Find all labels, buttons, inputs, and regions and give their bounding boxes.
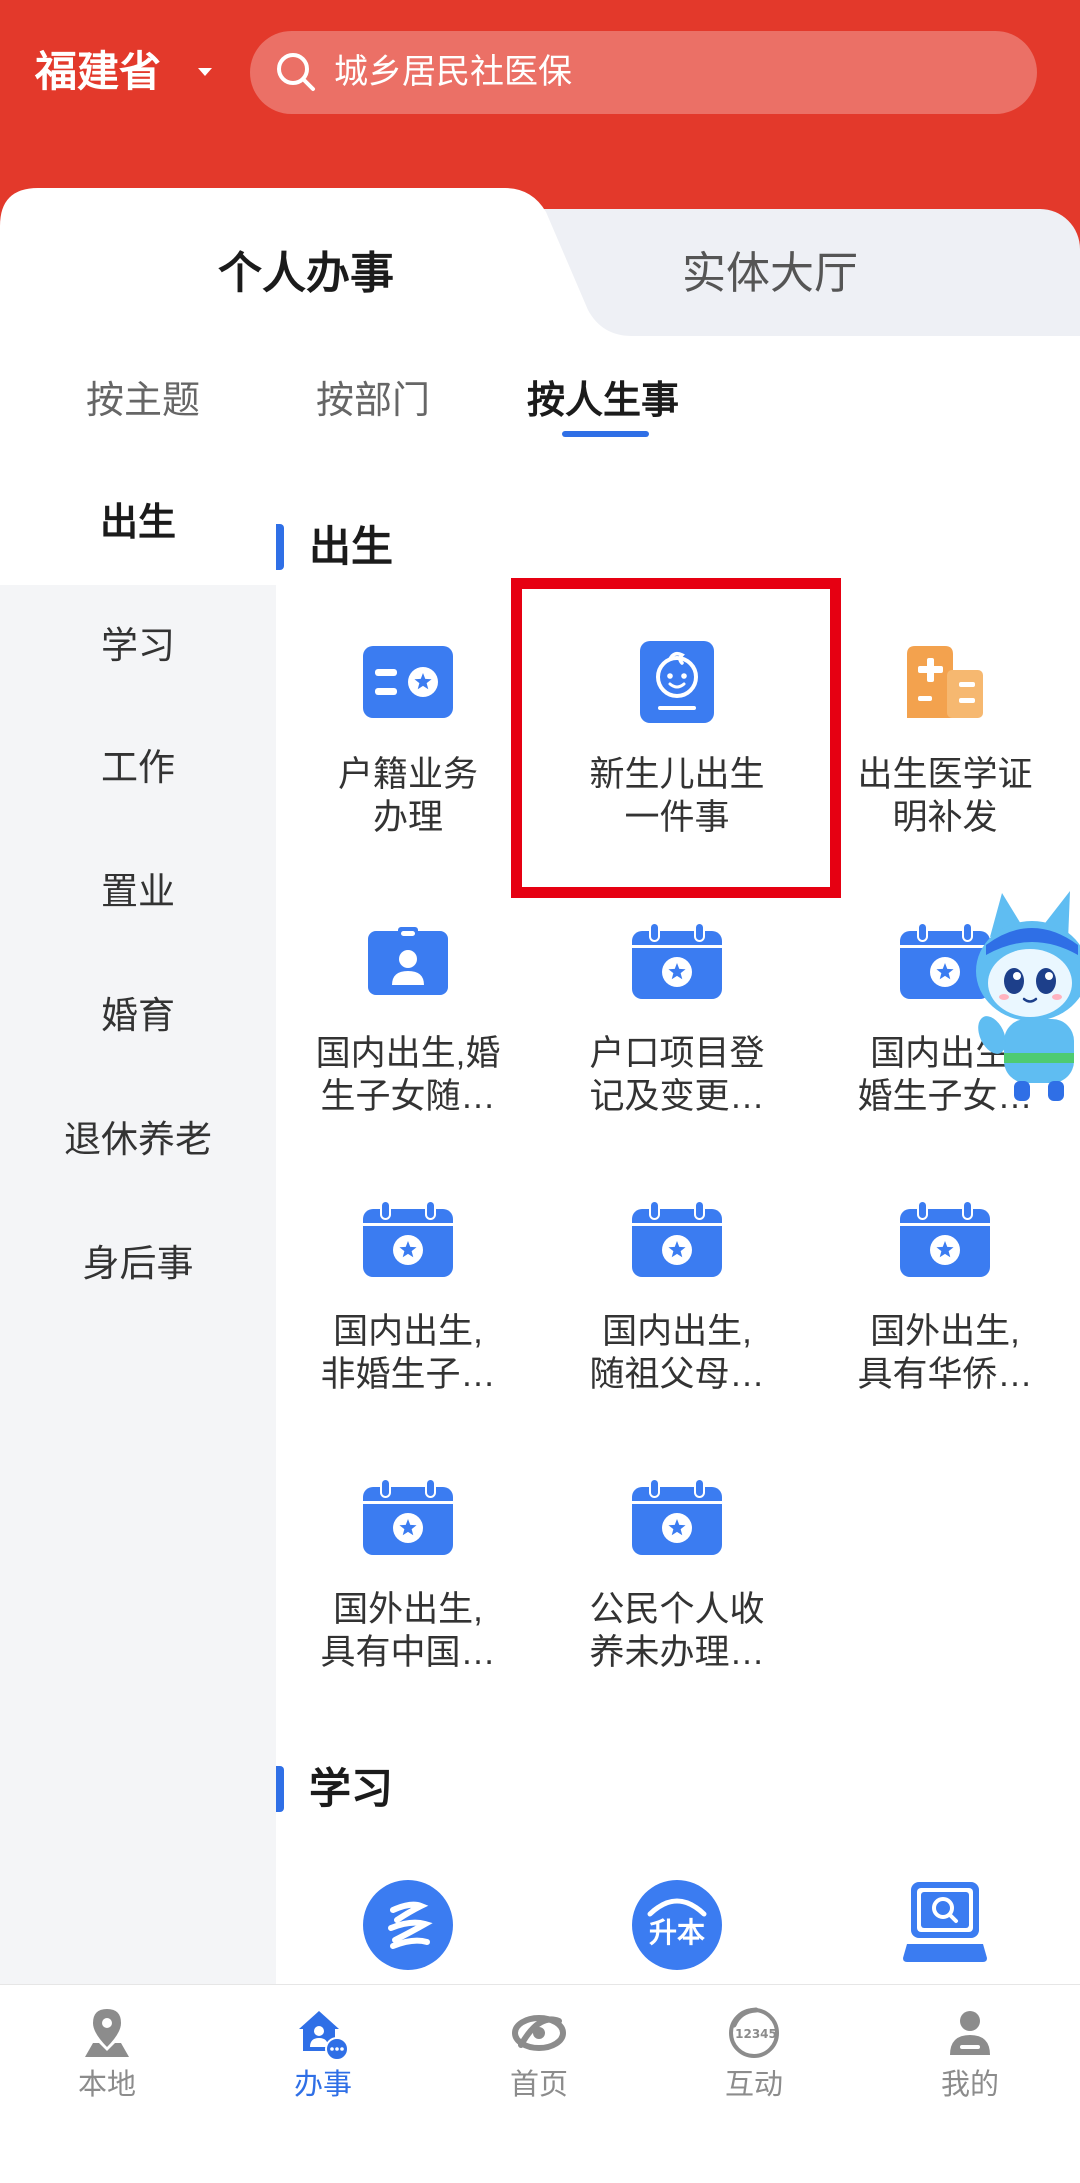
- nav-interact[interactable]: 12345 互动: [674, 1985, 834, 2183]
- upgrade-degree-icon[interactable]: 升本: [632, 1880, 722, 1970]
- nav-label: 首页: [509, 2069, 568, 2101]
- sidebar-item-study[interactable]: 学习: [0, 590, 276, 702]
- service-item[interactable]: 国内出生, 随祖父母…: [543, 1194, 811, 1424]
- service-item-label: 国内出生, 非婚生子…: [320, 1312, 496, 1394]
- nav-local[interactable]: 本地: [27, 1985, 187, 2183]
- nav-label: 本地: [77, 2069, 136, 2101]
- service-item[interactable]: 国内出生, 非婚生子…: [274, 1194, 542, 1424]
- service-item[interactable]: 国外出生, 具有华侨…: [811, 1194, 1079, 1424]
- nav-label: 互动: [724, 2069, 783, 2101]
- mascot-assistant[interactable]: [962, 885, 1080, 1105]
- service-item[interactable]: 户籍业务 办理: [274, 637, 542, 867]
- hospital-building-icon: [907, 646, 983, 718]
- subtab-by-topic[interactable]: 按主题: [33, 376, 253, 426]
- section-marker: [276, 524, 284, 570]
- calendar-star-icon: [632, 1201, 722, 1277]
- nav-services[interactable]: 办事: [243, 1985, 403, 2183]
- subtab-by-life-event[interactable]: 按人生事: [493, 376, 713, 426]
- home-logo-icon: [511, 2005, 567, 2061]
- nav-label: 我的: [940, 2069, 999, 2101]
- sidebar-item-birth[interactable]: 出生: [0, 467, 276, 579]
- nav-profile[interactable]: 我的: [890, 1985, 1050, 2183]
- location-pin-icon: [79, 2005, 135, 2061]
- service-item-label: 出生医学证 明补发: [857, 755, 1033, 837]
- sidebar-item-work[interactable]: 工作: [0, 712, 276, 824]
- baby-face-icon: [640, 641, 714, 723]
- sidebar-item-after-death[interactable]: 身后事: [0, 1208, 276, 1320]
- bottom-nav: 本地 办事 首页 12345 互动 我的: [0, 1984, 1080, 2182]
- svg-text:12345: 12345: [735, 2027, 777, 2041]
- service-item[interactable]: 新生儿出生 一件事: [543, 637, 811, 867]
- service-item-label: 新生儿出生 一件事: [589, 755, 765, 837]
- calendar-star-icon: [632, 923, 722, 999]
- calendar-star-icon: [363, 1479, 453, 1555]
- service-item-label: 户籍业务 办理: [337, 755, 478, 837]
- sidebar-item-property[interactable]: 置业: [0, 836, 276, 948]
- calendar-star-icon: [632, 1479, 722, 1555]
- service-item-label: 户口项目登 记及变更…: [589, 1034, 765, 1116]
- profile-icon: [942, 2005, 998, 2061]
- services-icon: [295, 2005, 351, 2061]
- tab-service-hall[interactable]: 实体大厅: [610, 246, 930, 302]
- nav-home[interactable]: 首页: [459, 1985, 619, 2183]
- service-item[interactable]: 出生医学证 明补发: [811, 637, 1079, 867]
- education-swirl-icon[interactable]: [363, 1880, 453, 1970]
- service-item[interactable]: 国内出生,婚 生子女随…: [274, 916, 542, 1146]
- service-item[interactable]: 国外出生, 具有中国…: [274, 1472, 542, 1702]
- nav-label: 办事: [293, 2069, 352, 2101]
- id-card-icon: [363, 646, 453, 718]
- service-item[interactable]: 户口项目登 记及变更…: [543, 916, 811, 1146]
- service-item-label: 国内出生, 随祖父母…: [589, 1312, 765, 1394]
- section-title-birth: 出生: [309, 523, 394, 570]
- service-item-label: 国内出生,婚 生子女随…: [315, 1034, 501, 1116]
- sidebar-item-retirement[interactable]: 退休养老: [0, 1084, 276, 1196]
- person-badge-icon: [368, 927, 448, 995]
- service-item[interactable]: 公民个人收 养未办理…: [543, 1472, 811, 1702]
- service-item-label: 国外出生, 具有中国…: [320, 1590, 496, 1672]
- service-item-label: 公民个人收 养未办理…: [589, 1590, 765, 1672]
- tab-background-active: [0, 188, 1080, 420]
- section-marker: [276, 1766, 284, 1812]
- hotline-icon: 12345: [729, 2007, 779, 2058]
- sidebar-item-marriage[interactable]: 婚育: [0, 960, 276, 1072]
- svg-text:升本: 升本: [649, 1916, 705, 1949]
- section-title-study: 学习: [309, 1765, 394, 1812]
- laptop-search-icon[interactable]: [903, 1882, 987, 1962]
- service-item-label: 国外出生, 具有华侨…: [857, 1312, 1033, 1394]
- calendar-star-icon: [363, 1201, 453, 1277]
- calendar-star-icon: [900, 1201, 990, 1277]
- subtab-by-department[interactable]: 按部门: [263, 376, 483, 426]
- subtab-active-indicator: [562, 431, 649, 437]
- tab-personal-affairs[interactable]: 个人办事: [146, 246, 466, 302]
